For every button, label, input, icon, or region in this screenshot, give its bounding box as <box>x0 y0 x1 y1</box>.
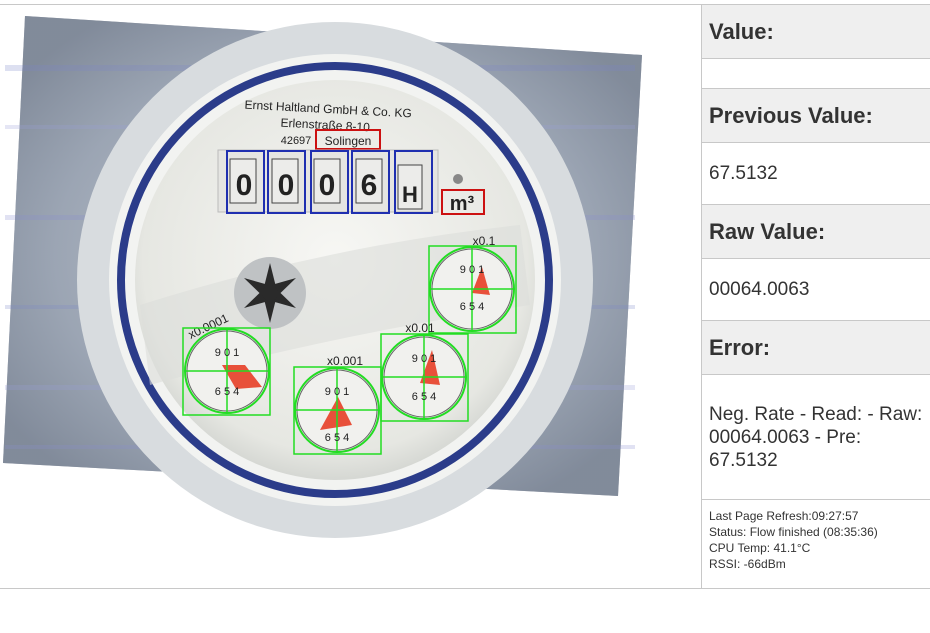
svg-text:x0.01: x0.01 <box>405 321 435 335</box>
digit-1: 0 <box>236 169 253 202</box>
cpu-temp-text: CPU Temp: 41.1°C <box>709 541 811 555</box>
value-field <box>702 59 930 89</box>
rssi-text: RSSI: -66dBm <box>709 557 786 571</box>
svg-text:6 5 4: 6 5 4 <box>412 391 436 403</box>
previous-value-field: 67.5132 <box>702 143 930 205</box>
svg-text:x0.001: x0.001 <box>327 354 363 368</box>
meter-image: Ernst Haltland GmbH & Co. KG Erlenstraße… <box>3 16 642 538</box>
previous-value-label: Previous Value: <box>702 89 930 143</box>
error-field: Neg. Rate - Read: - Raw: 00064.0063 - Pr… <box>702 375 930 500</box>
raw-value-field: 00064.0063 <box>702 259 930 321</box>
raw-value-label: Raw Value: <box>702 205 930 259</box>
svg-text:9 0 1: 9 0 1 <box>215 347 239 359</box>
error-label: Error: <box>702 321 930 375</box>
main-layout: Ernst Haltland GmbH & Co. KG Erlenstraße… <box>0 4 930 589</box>
svg-text:6 5 4: 6 5 4 <box>460 301 484 313</box>
svg-text:9 0 1: 9 0 1 <box>460 264 484 276</box>
digit-3: 0 <box>319 169 336 202</box>
svg-text:9 0 1: 9 0 1 <box>412 353 436 365</box>
svg-text:6 5 4: 6 5 4 <box>325 432 349 444</box>
city-text: Solingen <box>325 134 372 148</box>
error-text: Neg. Rate - Read: - Raw: 00064.0063 - Pr… <box>709 403 923 471</box>
svg-text:6 5 4: 6 5 4 <box>215 386 239 398</box>
zip-text: 42697 <box>281 135 312 147</box>
digit-5: H <box>402 182 418 207</box>
meter-image-panel: Ernst Haltland GmbH & Co. KG Erlenstraße… <box>0 5 700 588</box>
digit-4: 6 <box>361 169 378 202</box>
unit-text: m³ <box>450 193 475 215</box>
status-panel: Last Page Refresh:09:27:57 Status: Flow … <box>702 500 930 572</box>
flow-status-text: Status: Flow finished (08:35:36) <box>709 525 878 539</box>
value-label: Value: <box>702 5 930 59</box>
readings-sidebar: Value: Previous Value: 67.5132 Raw Value… <box>701 5 930 588</box>
svg-text:9 0 1: 9 0 1 <box>325 386 349 398</box>
star-wheel <box>234 257 306 329</box>
digit-2: 0 <box>278 169 295 202</box>
last-refresh-text: Last Page Refresh:09:27:57 <box>709 509 859 523</box>
